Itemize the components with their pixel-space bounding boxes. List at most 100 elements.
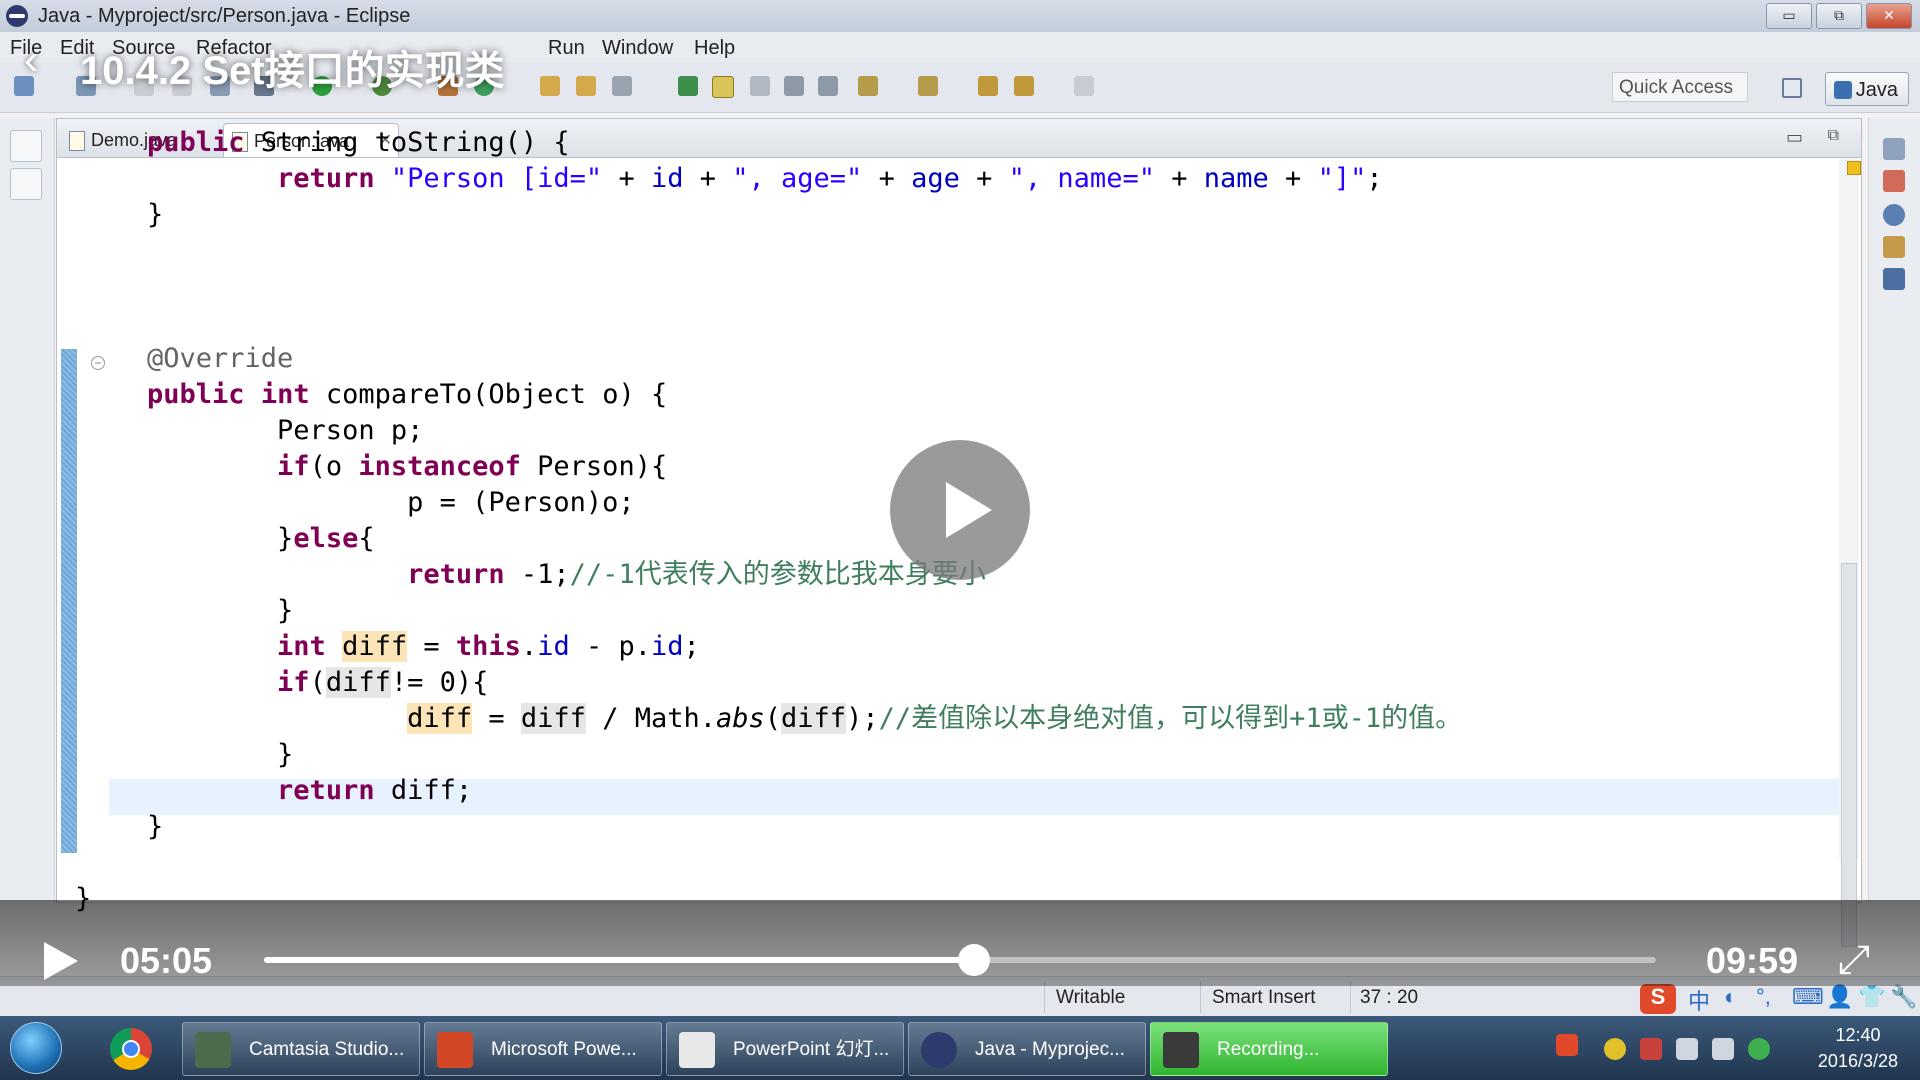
search-icon[interactable]: [612, 76, 632, 96]
ime-chinese-mode[interactable]: 中: [1688, 984, 1710, 1016]
code-line[interactable]: Person p;: [147, 413, 423, 449]
show-whitespace-icon[interactable]: [818, 76, 838, 96]
code-line[interactable]: }else{: [147, 521, 375, 557]
console-view-icon[interactable]: [1883, 268, 1905, 290]
system-clock[interactable]: 12:40 2016/3/28: [1818, 1022, 1898, 1074]
last-edit-icon[interactable]: [978, 76, 998, 96]
left-trim-stack: [0, 118, 55, 903]
back-icon[interactable]: [1014, 76, 1034, 96]
minimize-button[interactable]: ▭: [1766, 3, 1812, 29]
task-label: Microsoft Powe...: [491, 1039, 637, 1060]
open-perspective-icon[interactable]: [1782, 78, 1802, 98]
progress-bar[interactable]: [264, 944, 1656, 976]
status-cursor-position: 37 : 20: [1360, 987, 1419, 1008]
open-folder-icon[interactable]: [576, 76, 596, 96]
tray-plus-icon[interactable]: [1604, 1038, 1626, 1060]
code-line[interactable]: diff = diff / Math.abs(diff);//差值除以本身绝对值…: [147, 701, 1462, 737]
word-wrap-icon[interactable]: [750, 76, 770, 96]
task-label: PowerPoint 幻灯...: [733, 1039, 890, 1060]
prev-annotation-icon[interactable]: [918, 76, 938, 96]
menu-help[interactable]: Help: [694, 37, 735, 60]
code-line[interactable]: @Override: [147, 341, 293, 377]
security-tray-icon[interactable]: [1640, 1038, 1662, 1060]
minimize-editor-icon[interactable]: ▭: [1786, 127, 1803, 148]
back-icon[interactable]: ‹: [24, 38, 39, 82]
window-title-bar: Java - Myproject/src/Person.java - Eclip…: [0, 0, 1920, 32]
clock-time: 12:40: [1835, 1025, 1881, 1045]
progress-handle[interactable]: [957, 944, 990, 976]
code-line[interactable]: p = (Person)o;: [147, 485, 635, 521]
task-label: Java - Myprojec...: [975, 1039, 1125, 1060]
right-trim-stack: [1868, 118, 1920, 903]
code-line[interactable]: public String toString() {: [147, 125, 570, 161]
java-perspective-button[interactable]: Java: [1825, 72, 1909, 106]
warning-marker-icon[interactable]: [1847, 161, 1861, 175]
powerpoint-icon: [437, 1032, 473, 1068]
code-line[interactable]: if(o instanceof Person){: [147, 449, 667, 485]
code-line[interactable]: }: [147, 593, 293, 629]
mark-occurrences-icon[interactable]: [712, 76, 734, 98]
close-button[interactable]: ✕: [1866, 3, 1912, 29]
code-line[interactable]: return -1;//-1代表传入的参数比我本身要小: [147, 557, 986, 593]
quick-access-field[interactable]: Quick Access: [1612, 72, 1748, 102]
task-camtasia[interactable]: Camtasia Studio...: [182, 1022, 420, 1076]
code-line[interactable]: }: [147, 197, 163, 233]
ime-user-icon[interactable]: 👤: [1826, 984, 1853, 1010]
annotation-icon[interactable]: [678, 76, 698, 96]
menu-run[interactable]: Run: [548, 37, 585, 60]
ime-tools-icon[interactable]: 🔧: [1890, 984, 1917, 1010]
big-play-icon[interactable]: [890, 440, 1030, 580]
sogou-s-icon[interactable]: S: [1640, 984, 1676, 1014]
code-line[interactable]: if(diff!= 0){: [147, 665, 488, 701]
code-line[interactable]: return diff;: [147, 773, 472, 809]
network-icon[interactable]: [1712, 1038, 1734, 1060]
video-title: 10.4.2 Set接口的实现类: [80, 49, 505, 93]
status-writable: Writable: [1056, 987, 1126, 1008]
sogou-tray-icon[interactable]: [1556, 1034, 1578, 1056]
recorder-icon: [1163, 1032, 1199, 1068]
progress-fill: [264, 957, 974, 963]
restore-view-icon[interactable]: [1883, 138, 1905, 160]
ime-punctuation-icon[interactable]: °,: [1756, 984, 1771, 1010]
next-annotation-icon[interactable]: [858, 76, 878, 96]
clock-date: 2016/3/28: [1817, 1051, 1898, 1071]
code-line[interactable]: }: [147, 809, 163, 845]
chrome-icon[interactable]: [110, 1028, 152, 1070]
code-line[interactable]: return "Person [id=" + id + ", age=" + a…: [147, 161, 1383, 197]
forward-icon[interactable]: [1074, 76, 1094, 96]
windows-taskbar: Camtasia Studio... Microsoft Powe... Pow…: [0, 1016, 1920, 1080]
ime-skin-icon[interactable]: 👕: [1858, 984, 1885, 1010]
shield-icon[interactable]: [1748, 1038, 1770, 1060]
task-recording[interactable]: Recording...: [1150, 1022, 1388, 1076]
play-icon[interactable]: [44, 942, 78, 980]
maximize-editor-icon[interactable]: ⧉: [1828, 127, 1839, 145]
video-controls-backdrop: [0, 900, 1920, 986]
task-slideshow[interactable]: PowerPoint 幻灯...: [666, 1022, 904, 1076]
task-label: Recording...: [1217, 1039, 1320, 1060]
outline-view-icon[interactable]: [1883, 170, 1905, 192]
javadoc-view-icon[interactable]: [1883, 204, 1905, 226]
overview-ruler: [1847, 159, 1861, 859]
code-line[interactable]: int diff = this.id - p.id;: [147, 629, 700, 665]
code-line[interactable]: public int compareTo(Object o) {: [147, 377, 667, 413]
volume-icon[interactable]: [1676, 1038, 1698, 1060]
restore-view-icon[interactable]: [10, 130, 42, 162]
open-type-icon[interactable]: [540, 76, 560, 96]
window-title: Java - Myproject/src/Person.java - Eclip…: [38, 5, 411, 27]
block-select-icon[interactable]: [784, 76, 804, 96]
task-eclipse[interactable]: Java - Myprojec...: [908, 1022, 1146, 1076]
code-line[interactable]: }: [147, 737, 293, 773]
start-button-icon[interactable]: [10, 1022, 62, 1074]
camtasia-icon: [195, 1032, 231, 1068]
task-powerpoint[interactable]: Microsoft Powe...: [424, 1022, 662, 1076]
package-explorer-icon[interactable]: [10, 168, 42, 200]
fullscreen-icon[interactable]: ⤢: [1838, 940, 1878, 980]
fold-toggle-icon[interactable]: −: [91, 356, 105, 370]
menu-window[interactable]: Window: [602, 37, 673, 60]
ime-halfwidth-icon[interactable]: ◐: [1724, 984, 1737, 1010]
restore-button[interactable]: ⧉: [1816, 3, 1862, 29]
ime-keyboard-icon[interactable]: ⌨: [1792, 984, 1824, 1010]
declaration-view-icon[interactable]: [1883, 236, 1905, 258]
task-label: Camtasia Studio...: [249, 1039, 405, 1060]
total-time: 09:59: [1706, 940, 1799, 981]
